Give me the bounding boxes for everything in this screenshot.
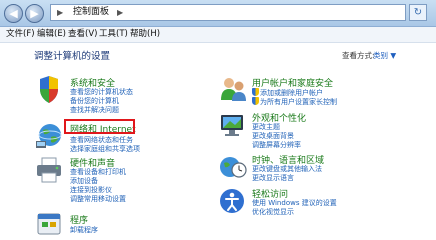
title-bar: ◀ ▶ ▶ 控制面板 ▶ ↻ — [0, 0, 436, 27]
forward-button[interactable]: ▶ — [25, 4, 44, 23]
highlight-box — [64, 119, 135, 134]
link-devices-printers[interactable]: 查看设备和打印机 — [70, 168, 126, 177]
link-uninstall-program[interactable]: 卸载程序 — [70, 226, 98, 235]
view-by-label: 查看方式: — [342, 51, 375, 60]
link-connect-projector[interactable]: 连接到投影仪 — [70, 186, 112, 195]
link-view-computer-status[interactable]: 查看您的计算机状态 — [70, 88, 133, 97]
page-title: 调整计算机的设置 — [34, 51, 111, 62]
link-optimize-visual[interactable]: 优化视觉显示 — [252, 208, 294, 217]
uac-shield-icon — [252, 88, 259, 96]
link-recommended-settings[interactable]: 使用 Windows 建议的设置 — [252, 199, 337, 208]
link-find-fix-problems[interactable]: 查找并解决问题 — [70, 106, 119, 115]
link-view-network-status[interactable]: 查看网络状态和任务 — [70, 136, 133, 145]
link-change-background[interactable]: 更改桌面背景 — [252, 132, 294, 141]
category-programs-title[interactable]: 程序 — [70, 213, 88, 226]
link-add-device[interactable]: 添加设备 — [70, 177, 98, 186]
shield-flag-icon[interactable] — [34, 76, 64, 104]
refresh-button[interactable]: ↻ — [409, 4, 427, 21]
menu-file[interactable]: 文件(F) — [6, 27, 35, 42]
clock-globe-icon[interactable] — [218, 153, 248, 181]
menu-tools[interactable]: 工具(T) — [99, 27, 128, 42]
link-change-theme[interactable]: 更改主题 — [252, 123, 280, 132]
menu-edit[interactable]: 编辑(E) — [37, 27, 66, 42]
link-backup-computer[interactable]: 备份您的计算机 — [70, 97, 119, 106]
link-screen-resolution[interactable]: 调整屏幕分辨率 — [252, 141, 301, 150]
link-parental-controls[interactable]: 为所有用户设置家长控制 — [252, 97, 337, 107]
globe-network-icon[interactable] — [34, 122, 64, 150]
menu-view[interactable]: 查看(V) — [68, 27, 97, 42]
link-mobility-settings[interactable]: 调整常用移动设置 — [70, 195, 126, 204]
menu-bar: 文件(F) 编辑(E) 查看(V) 工具(T) 帮助(H) — [0, 27, 436, 43]
printer-icon[interactable] — [34, 156, 64, 184]
control-panel-content: 调整计算机的设置 查看方式: 类别 ▼ 系统和安全 查看您的计算机状态 备份您的… — [0, 43, 436, 240]
view-by-dropdown[interactable]: 类别 ▼ — [373, 50, 396, 61]
programs-icon[interactable] — [34, 210, 64, 238]
link-change-display-language[interactable]: 更改显示语言 — [252, 174, 294, 183]
breadcrumb-control-panel[interactable]: 控制面板 — [73, 5, 109, 20]
link-change-keyboard[interactable]: 更改键盘或其他输入法 — [252, 165, 322, 174]
link-parental-controls-label[interactable]: 为所有用户设置家长控制 — [260, 98, 337, 106]
ease-of-access-icon[interactable] — [218, 187, 248, 215]
uac-shield-icon — [252, 97, 259, 105]
breadcrumb-arrow[interactable]: ▶ — [117, 5, 123, 20]
back-button[interactable]: ◀ — [4, 4, 23, 23]
monitor-paint-icon[interactable] — [218, 111, 248, 139]
address-root-arrow[interactable]: ▶ — [57, 5, 63, 20]
users-icon[interactable] — [218, 75, 248, 103]
address-bar[interactable]: ▶ 控制面板 ▶ — [50, 4, 406, 21]
menu-help[interactable]: 帮助(H) — [130, 27, 160, 42]
link-add-remove-accounts-label[interactable]: 添加或删除用户帐户 — [260, 89, 323, 97]
link-homegroup-sharing[interactable]: 选择家庭组和共享选项 — [70, 145, 140, 154]
